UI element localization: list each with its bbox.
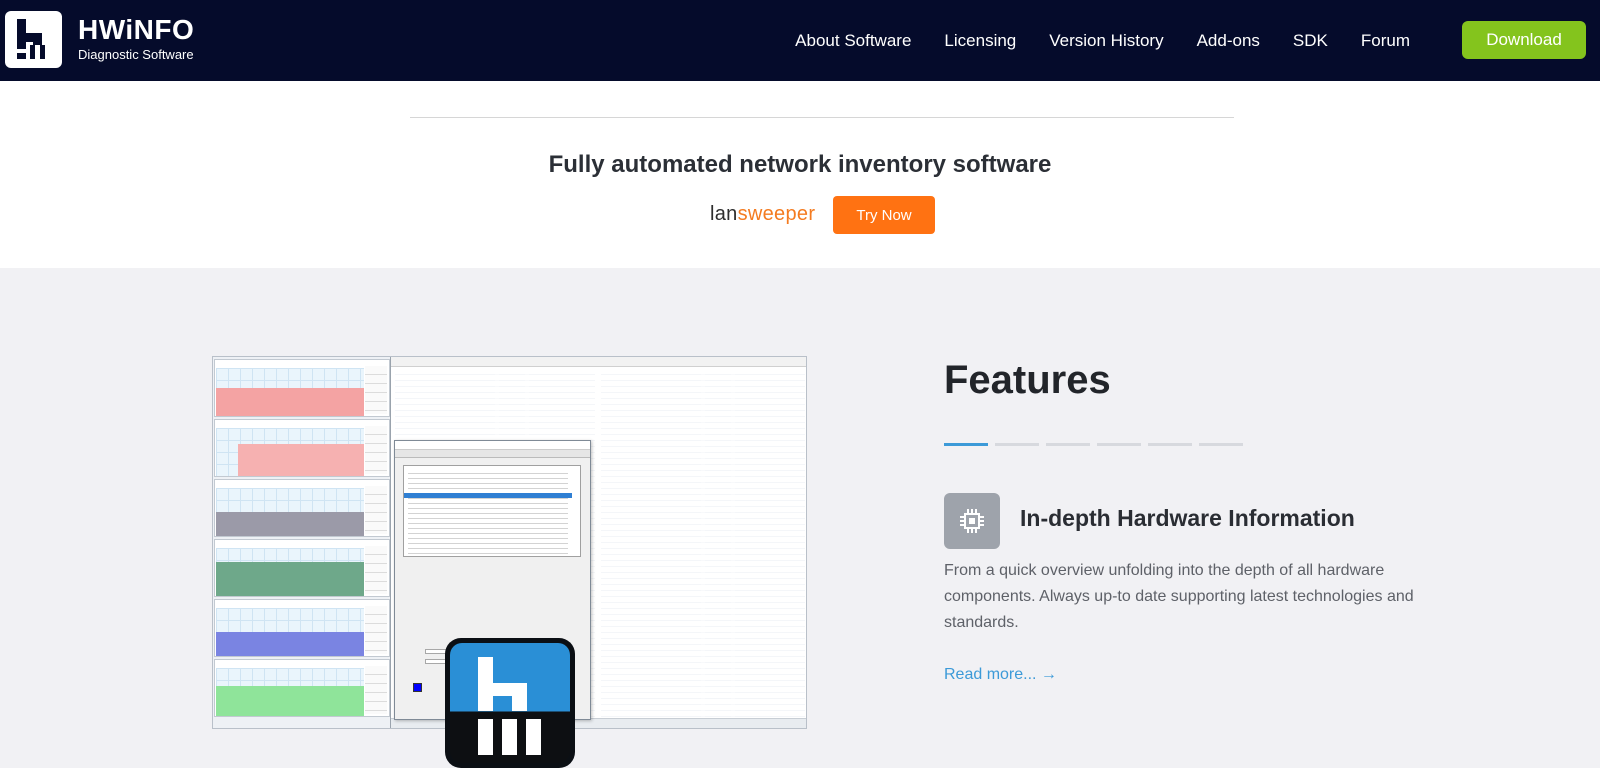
top-navigation-bar: HWiNFO Diagnostic Software About Softwar… xyxy=(0,0,1600,81)
sensor-table-right xyxy=(601,369,805,719)
feature-heading: In-depth Hardware Information xyxy=(1020,505,1355,531)
nav-about-software[interactable]: About Software xyxy=(795,31,911,51)
nav-add-ons[interactable]: Add-ons xyxy=(1197,31,1260,51)
logo-title: HWiNFO xyxy=(78,14,195,45)
lansweeper-logo[interactable]: lansweeper xyxy=(710,203,815,226)
divider xyxy=(410,117,1234,118)
carousel-dot[interactable] xyxy=(944,443,988,446)
sensor-graphs-panel xyxy=(213,357,391,728)
chip-icon xyxy=(944,493,1000,549)
graph-panel xyxy=(214,359,390,417)
hwinfo-logo-icon[interactable] xyxy=(5,11,62,68)
graph-panel xyxy=(214,659,390,717)
carousel-dot[interactable] xyxy=(1199,443,1243,446)
carousel-dot[interactable] xyxy=(1046,443,1090,446)
logo-subtitle: Diagnostic Software xyxy=(78,47,194,62)
logo[interactable]: HWiNFO Diagnostic Software xyxy=(78,15,194,63)
features-title: Features xyxy=(944,358,1111,402)
graph-panel xyxy=(214,479,390,537)
nav-sdk[interactable]: SDK xyxy=(1293,31,1328,51)
nav-licensing[interactable]: Licensing xyxy=(944,31,1016,51)
feature-carousel-indicators xyxy=(944,443,1250,446)
window-titlebar xyxy=(391,357,806,367)
lansweeper-logo-right: sweeper xyxy=(737,203,816,225)
carousel-dot[interactable] xyxy=(995,443,1039,446)
read-more-link[interactable]: Read more... → xyxy=(944,666,1057,684)
hwinfo-app-icon xyxy=(445,638,575,768)
try-now-button[interactable]: Try Now xyxy=(833,196,935,234)
promo-title: Fully automated network inventory softwa… xyxy=(548,151,1052,178)
graph-panel xyxy=(214,599,390,657)
nav-version-history[interactable]: Version History xyxy=(1049,31,1163,51)
graph-panel xyxy=(214,419,390,477)
carousel-dot[interactable] xyxy=(1097,443,1141,446)
graph-panel xyxy=(214,539,390,597)
download-button[interactable]: Download xyxy=(1462,21,1586,59)
feature-description: From a quick overview unfolding into the… xyxy=(944,562,1414,631)
main-nav: About Software Licensing Version History… xyxy=(762,0,1410,81)
lansweeper-logo-left: lan xyxy=(710,203,738,225)
nav-forum[interactable]: Forum xyxy=(1361,31,1410,51)
carousel-dot[interactable] xyxy=(1148,443,1192,446)
